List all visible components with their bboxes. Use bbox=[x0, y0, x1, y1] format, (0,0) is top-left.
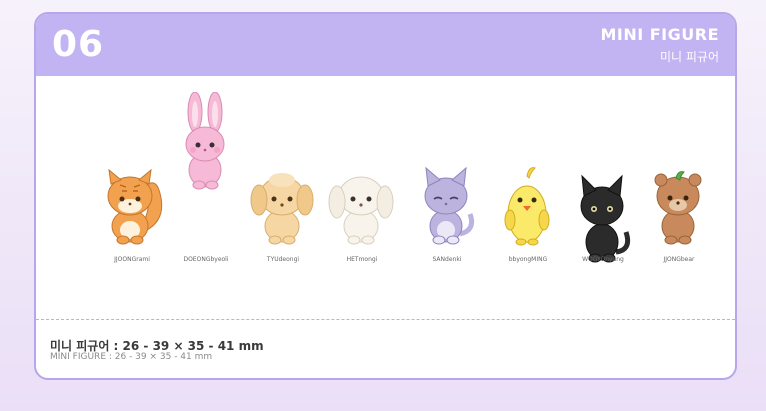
figure-name: WOOYOnyang bbox=[582, 256, 624, 263]
puppy-figure-icon bbox=[250, 173, 314, 245]
product-card: 06 MINI FIGURE 미니 피규어 JJOONGrami DOEONGb… bbox=[34, 12, 737, 380]
figure-name: JJOONGrami bbox=[114, 256, 150, 263]
section-title: MINI FIGURE bbox=[600, 25, 719, 44]
squirrel-figure-icon bbox=[107, 168, 163, 245]
size-spec-english: MINI FIGURE : 26 - 39 × 35 - 41 mm bbox=[50, 352, 213, 362]
bear-figure-icon bbox=[654, 171, 702, 245]
figure-name: bbyongMING bbox=[508, 256, 548, 263]
figure-name: SANdenki bbox=[432, 256, 462, 263]
section-divider bbox=[36, 319, 735, 320]
figure-item: JJOONGrami bbox=[93, 76, 171, 316]
section-number: 06 bbox=[52, 24, 105, 65]
figure-item: TYUdeongi bbox=[244, 76, 322, 316]
black-cat-figure-icon bbox=[580, 174, 631, 263]
figure-item: SANdenki bbox=[408, 76, 486, 316]
chick-figure-icon bbox=[504, 167, 550, 246]
figure-item: JJONGbear bbox=[640, 76, 718, 316]
figure-item: HETmongi bbox=[323, 76, 401, 316]
cat-figure-icon bbox=[424, 166, 475, 245]
card-header: 06 MINI FIGURE 미니 피규어 bbox=[36, 14, 735, 76]
section-subtitle: 미니 피규어 bbox=[659, 50, 719, 64]
figure-lineup: JJOONGrami DOEONGbyeoli TYUdeongi HETmon… bbox=[36, 76, 735, 316]
figure-item: WOOYOnyang bbox=[564, 76, 642, 316]
figure-name: TYUdeongi bbox=[266, 256, 300, 263]
figure-name: DOEONGbyeoli bbox=[183, 256, 229, 263]
figure-item: bbyongMING bbox=[489, 76, 567, 316]
figure-name: JJONGbear bbox=[663, 256, 695, 263]
rabbit-figure-icon bbox=[185, 92, 225, 190]
figure-name: HETmongi bbox=[346, 256, 378, 263]
white-puppy-figure-icon bbox=[328, 176, 394, 245]
figure-item: DOEONGbyeoli bbox=[167, 76, 245, 316]
